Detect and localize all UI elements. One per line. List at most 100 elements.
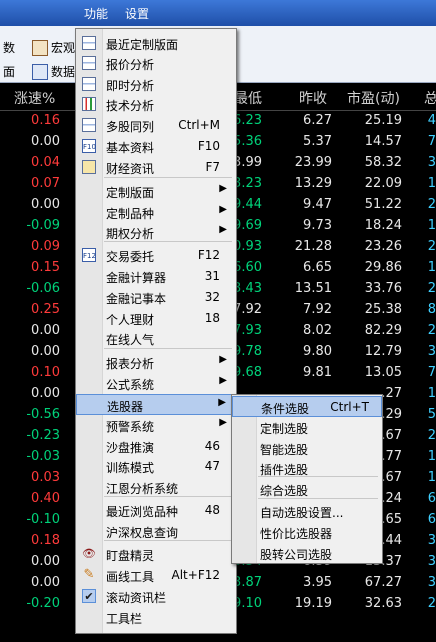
menu-item-shortcut: 47 xyxy=(204,459,220,473)
cell-total: 3 xyxy=(427,554,436,569)
menu-item-label: 报价分析 xyxy=(106,58,155,72)
submenu-item[interactable]: 定制选股 xyxy=(232,417,382,438)
menu-item-label: 金融计算器 xyxy=(106,271,167,285)
menu-item[interactable]: 定制品种 ▶ xyxy=(76,202,236,223)
submenu-item[interactable]: 综合选股 xyxy=(232,479,382,500)
menu-item[interactable]: 多股同列 Ctrl+M xyxy=(76,115,236,136)
submenu-item-label: 定制选股 xyxy=(260,422,309,436)
menu-item[interactable]: 训练模式 47 xyxy=(76,456,236,477)
cell-prev-close: 7.92 xyxy=(303,302,332,317)
menu-item[interactable]: 金融计算器 31 xyxy=(76,266,236,287)
f12-icon: F12 xyxy=(82,248,96,262)
menu-item[interactable]: 工具栏 xyxy=(76,607,236,628)
toolbar-item-data[interactable]: 数据 xyxy=(32,63,75,80)
cell-low: 9.78 xyxy=(233,344,262,359)
cell-pe: 32.63 xyxy=(364,596,402,611)
menu-item-label: 期权分析 xyxy=(106,227,155,241)
menu-item[interactable]: ✎ 画线工具 Alt+F12 xyxy=(76,565,236,586)
menu-item[interactable]: F10 基本资料 F10 xyxy=(76,136,236,157)
menu-item[interactable]: F12 交易委托 F12 xyxy=(76,245,236,266)
menu-item[interactable]: 选股器 ▶ xyxy=(76,394,236,415)
menu-function[interactable]: 功能 xyxy=(84,5,108,22)
menu-item-shortcut: 48 xyxy=(204,503,220,517)
menu-item-label: 金融记事本 xyxy=(106,292,167,306)
macro-chart-icon xyxy=(32,39,48,56)
menu-item[interactable]: 最近浏览品种 48 xyxy=(76,500,236,521)
submenu-item-label: 条件选股 xyxy=(261,402,310,416)
cell-total: 2 xyxy=(427,323,436,338)
submenu-item[interactable]: 自动选股设置... xyxy=(232,501,382,522)
stock-picker-submenu[interactable]: 条件选股 Ctrl+T 定制选股智能选股插件选股综合选股 自动选股设置... 性价比选股… xyxy=(231,394,383,564)
cell-speed: 0.00 xyxy=(31,134,60,149)
submenu-item[interactable]: 性价比选股器 xyxy=(232,522,382,543)
menu-item-shortcut: F7 xyxy=(205,160,220,174)
menu-item-label: 江恩分析系统 xyxy=(106,482,179,496)
menu-item[interactable]: 定制版面 ▶ xyxy=(76,181,236,202)
cell-total: 2 xyxy=(427,239,436,254)
cell-total: 7 xyxy=(427,134,436,149)
cell-prev-close: 9.80 xyxy=(303,344,332,359)
toolbar-item-mian[interactable]: 面 xyxy=(3,63,15,80)
menu-item-label: 最近定制版面 xyxy=(106,38,179,52)
cell-prev-close: 13.51 xyxy=(294,281,332,296)
submenu-item[interactable]: 插件选股 xyxy=(232,458,382,479)
cell-prev-close: 19.19 xyxy=(294,596,332,611)
cell-total: 2 xyxy=(427,428,436,443)
menu-item[interactable]: 报价分析 xyxy=(76,53,236,74)
menu-item[interactable]: 期权分析 ▶ xyxy=(76,222,236,243)
menu-settings[interactable]: 设置 xyxy=(125,5,149,22)
menu-item[interactable]: 财经资讯 F7 xyxy=(76,157,236,178)
menu-item[interactable]: 在线人气 xyxy=(76,328,236,349)
menu-item-label: 沙盘推演 xyxy=(106,441,155,455)
menu-item-shortcut: 32 xyxy=(204,290,220,304)
toolbar-item-shu[interactable]: 数 xyxy=(3,39,15,56)
menu-item[interactable]: 沪深权息查询 xyxy=(76,521,236,542)
header-speed[interactable]: 涨速% xyxy=(14,88,55,108)
menu-item-shortcut: Alt+F12 xyxy=(171,568,220,582)
cell-speed: 0.00 xyxy=(31,197,60,212)
header-prev-close[interactable]: 昨收 xyxy=(299,88,327,108)
header-low[interactable]: 最低 xyxy=(234,88,262,108)
menu-item[interactable]: 个人理财 18 xyxy=(76,308,236,329)
submenu-item[interactable]: 股转公司选股 xyxy=(232,543,382,564)
cell-speed: -0.09 xyxy=(26,218,60,233)
submenu-item-label: 插件选股 xyxy=(260,463,309,477)
menu-item[interactable]: 即时分析 xyxy=(76,74,236,95)
menu-item-label: 画线工具 xyxy=(106,570,155,584)
menu-item[interactable]: 金融记事本 32 xyxy=(76,287,236,308)
menu-item-label: 个人理财 xyxy=(106,313,155,327)
menu-item[interactable]: 沙盘推演 46 xyxy=(76,436,236,457)
function-menu[interactable]: 最近定制版面 报价分析即时分析 技术分析 多股同列 Ctrl+M F10 基本资料 F10 财经… xyxy=(75,28,237,634)
menu-item[interactable]: 预警系统 ▶ xyxy=(76,415,236,436)
cell-pe: 14.57 xyxy=(364,134,402,149)
toolbar-item-macro[interactable]: 宏观 xyxy=(32,39,75,56)
submenu-item[interactable]: 智能选股 xyxy=(232,438,382,459)
news-icon xyxy=(82,160,96,174)
menu-item[interactable]: 报表分析 ▶ xyxy=(76,352,236,373)
header-total[interactable]: 总 xyxy=(424,88,436,108)
submenu-item-label: 性价比选股器 xyxy=(260,527,333,541)
menu-item[interactable]: 公式系统 ▶ xyxy=(76,373,236,394)
menu-item[interactable]: ✔ 滚动资讯栏 xyxy=(76,586,236,607)
menu-item-shortcut: Ctrl+M xyxy=(178,118,220,132)
cell-low: 6.23 xyxy=(233,113,262,128)
cell-total: 3 xyxy=(427,344,436,359)
menu-item[interactable]: 最近定制版面 xyxy=(76,33,236,54)
cell-low: 9.69 xyxy=(233,218,262,233)
menu-item[interactable]: 江恩分析系统 xyxy=(76,477,236,498)
menu-item-label: 选股器 xyxy=(107,400,144,414)
submenu-item[interactable]: 条件选股 Ctrl+T xyxy=(232,396,382,417)
cell-low: 6.60 xyxy=(233,260,262,275)
cell-pe: 13.05 xyxy=(364,365,402,380)
cell-prev-close: 3.95 xyxy=(303,575,332,590)
menu-item-label: 即时分析 xyxy=(106,79,155,93)
header-pe[interactable]: 市盈(动) xyxy=(347,88,400,108)
cell-speed: 0.03 xyxy=(31,470,60,485)
cell-low: 9.44 xyxy=(233,197,262,212)
menu-item[interactable]: 👁 盯盘精灵 xyxy=(76,544,236,565)
toolbar-label: 数 xyxy=(3,41,16,55)
menu-item-label: 盯盘精灵 xyxy=(106,549,155,563)
cell-prev-close: 6.65 xyxy=(303,260,332,275)
menu-item[interactable]: 技术分析 xyxy=(76,94,236,115)
cell-pe: .44 xyxy=(381,533,402,548)
